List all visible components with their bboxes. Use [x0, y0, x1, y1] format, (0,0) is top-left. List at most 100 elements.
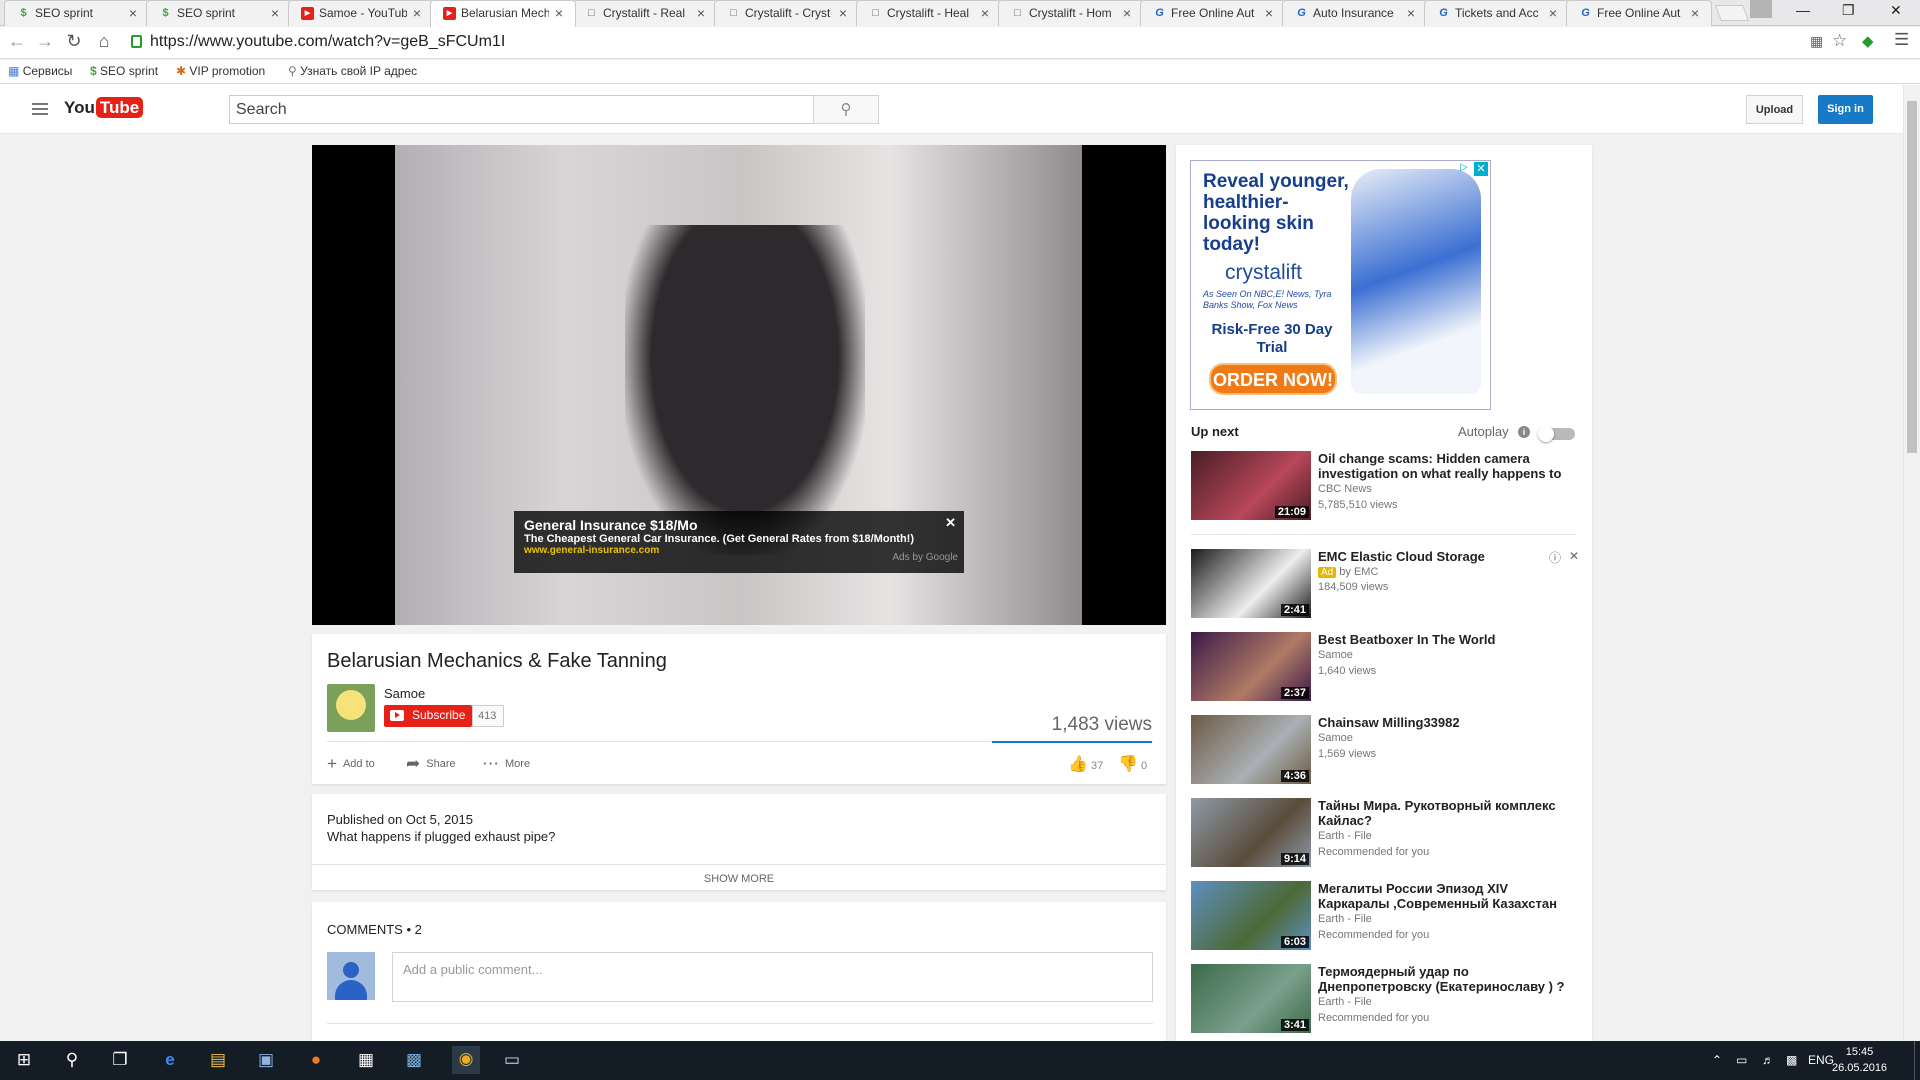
- related-video-title[interactable]: Тайны Мира. Рукотворный комплекс Кайлас?: [1318, 798, 1578, 828]
- notifications-icon[interactable]: ▩: [1786, 1053, 1797, 1067]
- related-video-title[interactable]: Мегалиты России Эпизод XIV Каркаралы ,Со…: [1318, 881, 1578, 912]
- browser-tab[interactable]: □ Crystalift - Heal ×: [856, 0, 1002, 26]
- browser-tab[interactable]: □ Crystalift - Hom ×: [998, 0, 1144, 26]
- video-thumbnail[interactable]: 4:36: [1191, 715, 1311, 784]
- browser-tab[interactable]: ▶ Belarusian Mech ×: [430, 0, 576, 27]
- sign-in-button[interactable]: Sign in: [1818, 95, 1873, 124]
- related-video-channel[interactable]: Earth - File: [1318, 913, 1372, 925]
- share-button[interactable]: ➦ Share: [406, 754, 456, 774]
- windows-start-icon[interactable]: ⊞: [12, 1050, 36, 1072]
- restore-button[interactable]: ❐: [1842, 2, 1855, 19]
- dislike-button[interactable]: 👎 0: [1118, 754, 1147, 774]
- related-video-item[interactable]: 21:09 Oil change scams: Hidden camera inv…: [1191, 451, 1561, 521]
- autoplay-toggle[interactable]: [1538, 426, 1575, 442]
- system-clock[interactable]: 15:45 26.05.2016: [1832, 1044, 1887, 1076]
- channel-name[interactable]: Samoe: [384, 686, 425, 701]
- close-tab-icon[interactable]: ×: [555, 5, 563, 21]
- search-input[interactable]: Search: [229, 95, 814, 124]
- scrollbar-thumb[interactable]: [1907, 101, 1917, 453]
- related-video-channel[interactable]: Samoe: [1318, 732, 1353, 744]
- page-scrollbar[interactable]: [1903, 85, 1920, 1041]
- video-thumbnail[interactable]: 2:37: [1191, 632, 1311, 701]
- network-icon[interactable]: ▭: [1736, 1053, 1747, 1067]
- related-video-item[interactable]: 2:37 Best Beatboxer In The World Samoe 1,64…: [1191, 632, 1495, 702]
- bookmark-ip-address[interactable]: ⚲ Узнать свой IP адрес: [288, 64, 417, 78]
- close-tab-icon[interactable]: ×: [1407, 5, 1415, 21]
- search-button[interactable]: ⚲: [813, 95, 879, 124]
- app-icon[interactable]: ▣: [254, 1050, 278, 1072]
- chrome-icon[interactable]: ◉: [452, 1046, 480, 1074]
- related-video-item[interactable]: 2:41 EMC Elastic Cloud Storage Ad by EMC 18…: [1191, 549, 1579, 619]
- overlay-ad-url[interactable]: www.general-insurance.com: [524, 545, 954, 556]
- browser-tab[interactable]: G Auto Insurance ×: [1282, 0, 1428, 26]
- sidebar-display-ad[interactable]: Reveal younger, healthier-looking skin t…: [1190, 160, 1491, 410]
- edge-icon[interactable]: e: [158, 1050, 182, 1072]
- close-icon[interactable]: ✕: [945, 515, 956, 531]
- overlay-ad[interactable]: General Insurance $18/Mo The Cheapest Ge…: [514, 511, 964, 573]
- task-view-icon[interactable]: ❐: [108, 1050, 132, 1072]
- like-button[interactable]: 👍 37: [1068, 754, 1103, 774]
- extension-shield-icon[interactable]: ◆: [1862, 32, 1874, 50]
- related-video-item[interactable]: 9:14 Тайны Мира. Рукотворный комплекс Кай…: [1191, 798, 1556, 868]
- show-more-button[interactable]: SHOW MORE: [312, 864, 1166, 885]
- file-explorer-icon[interactable]: ▤: [206, 1050, 230, 1072]
- show-desktop-button[interactable]: [1914, 1041, 1920, 1080]
- close-tab-icon[interactable]: ×: [271, 5, 279, 21]
- close-icon[interactable]: ✕: [1474, 162, 1488, 176]
- forward-arrow-icon[interactable]: →: [33, 31, 57, 52]
- profile-icon[interactable]: [1750, 0, 1772, 18]
- address-bar[interactable]: https://www.youtube.com/watch?v=geB_sFCU…: [126, 31, 1806, 55]
- related-video-channel[interactable]: CBC News: [1318, 483, 1372, 495]
- upload-button[interactable]: Upload: [1746, 95, 1803, 124]
- language-indicator[interactable]: ENG: [1808, 1053, 1834, 1067]
- info-icon[interactable]: i: [1518, 426, 1530, 438]
- calculator-icon[interactable]: ▦: [354, 1050, 378, 1072]
- close-tab-icon[interactable]: ×: [839, 5, 847, 21]
- bookmark-star-icon[interactable]: ☆: [1832, 31, 1847, 51]
- related-video-title[interactable]: Термоядерный удар по Днепропетровску (Ек…: [1318, 964, 1578, 995]
- video-thumbnail[interactable]: 3:41: [1191, 964, 1311, 1033]
- chrome-menu-icon[interactable]: ☰: [1894, 30, 1909, 50]
- related-video-channel[interactable]: Earth - File: [1318, 830, 1372, 842]
- close-tab-icon[interactable]: ×: [697, 5, 705, 21]
- ad-info-icon[interactable]: ⓘ: [1549, 549, 1561, 566]
- close-tab-icon[interactable]: ×: [981, 5, 989, 21]
- browser-tab[interactable]: $ SEO sprint ×: [4, 0, 150, 26]
- bookmark-vip-promotion[interactable]: ✱ VIP promotion: [176, 64, 265, 78]
- subscribe-button[interactable]: Subscribe: [384, 705, 472, 727]
- browser-tab[interactable]: ▶ Samoe - YouTube ×: [288, 0, 434, 26]
- related-video-title[interactable]: Best Beatboxer In The World: [1318, 632, 1578, 647]
- add-to-button[interactable]: + Add to: [327, 754, 375, 774]
- comment-input[interactable]: Add a public comment...: [392, 952, 1153, 1002]
- bookmark-services[interactable]: ▦ Сервисы: [8, 64, 72, 78]
- home-icon[interactable]: ⌂: [92, 31, 116, 52]
- browser-tab[interactable]: G Tickets and Acc ×: [1424, 0, 1570, 26]
- more-button[interactable]: ⋯ More: [482, 754, 530, 774]
- minimize-button[interactable]: —: [1796, 2, 1810, 18]
- bookmark-seo-sprint[interactable]: $ SEO sprint: [90, 64, 158, 78]
- close-tab-icon[interactable]: ×: [1123, 5, 1131, 21]
- back-arrow-icon[interactable]: ←: [5, 31, 29, 52]
- close-window-button[interactable]: ✕: [1890, 2, 1902, 19]
- channel-avatar[interactable]: [327, 684, 375, 732]
- browser-tab[interactable]: □ Crystalift - Real ×: [572, 0, 718, 26]
- guide-menu-icon[interactable]: [32, 103, 48, 115]
- related-video-title[interactable]: Oil change scams: Hidden camera investig…: [1318, 451, 1578, 482]
- browser-tab[interactable]: G Free Online Aut ×: [1140, 0, 1286, 26]
- close-icon[interactable]: ✕: [1569, 549, 1579, 563]
- browser-tab[interactable]: $ SEO sprint ×: [146, 0, 292, 26]
- close-tab-icon[interactable]: ×: [1549, 5, 1557, 21]
- notepad-icon[interactable]: ▭: [500, 1050, 524, 1072]
- browser-tab[interactable]: G Free Online Aut ×: [1566, 0, 1712, 26]
- related-video-channel[interactable]: Earth - File: [1318, 996, 1372, 1008]
- tray-up-arrow-icon[interactable]: ⌃: [1712, 1053, 1722, 1067]
- app-icon[interactable]: ▩: [402, 1050, 426, 1072]
- related-video-channel[interactable]: Samoe: [1318, 649, 1353, 661]
- related-video-title[interactable]: EMC Elastic Cloud Storage: [1318, 549, 1578, 564]
- video-thumbnail[interactable]: 9:14: [1191, 798, 1311, 867]
- firefox-icon[interactable]: ●: [304, 1050, 328, 1072]
- search-icon[interactable]: ⚲: [60, 1050, 84, 1072]
- close-tab-icon[interactable]: ×: [413, 5, 421, 21]
- related-video-item[interactable]: 3:41 Термоядерный удар по Днепропетровску…: [1191, 964, 1564, 1034]
- close-tab-icon[interactable]: ×: [129, 5, 137, 21]
